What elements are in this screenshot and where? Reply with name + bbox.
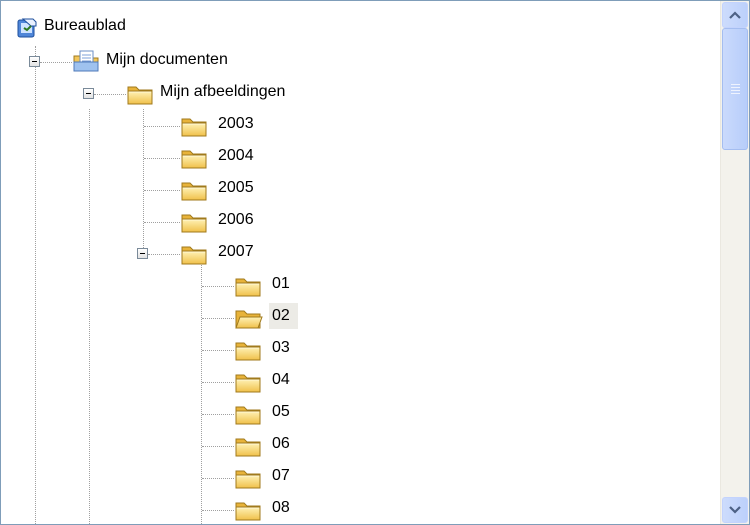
tree-node-label: Mijn afbeeldingen bbox=[160, 83, 286, 100]
desktop-icon bbox=[15, 16, 39, 40]
tree-connector bbox=[89, 109, 90, 524]
tree-connector bbox=[201, 265, 202, 524]
thumb-grip bbox=[731, 93, 740, 94]
tree-node-label: 08 bbox=[272, 499, 290, 516]
tree-connector bbox=[202, 318, 234, 319]
tree-node-label-selected: 02 bbox=[269, 303, 298, 329]
my-documents-icon bbox=[71, 49, 101, 73]
tree-node-label: 2004 bbox=[218, 147, 254, 164]
tree-connector bbox=[144, 190, 180, 191]
folder-icon bbox=[233, 338, 263, 362]
tree-connector bbox=[144, 158, 180, 159]
tree-connector bbox=[148, 254, 180, 255]
tree-node-label: 2003 bbox=[218, 115, 254, 132]
vertical-scrollbar[interactable] bbox=[720, 1, 749, 524]
folder-icon bbox=[233, 498, 263, 522]
tree-connector bbox=[202, 382, 234, 383]
tree: Bureaublad Mijn documenten Mijn afbeeldi… bbox=[1, 1, 719, 524]
thumb-grip bbox=[731, 84, 740, 85]
tree-connector bbox=[144, 222, 180, 223]
collapse-toggle-pictures[interactable] bbox=[83, 88, 94, 99]
tree-node-label: 2005 bbox=[218, 179, 254, 196]
arrow-up-icon bbox=[729, 11, 741, 19]
tree-connector bbox=[202, 414, 234, 415]
folder-icon bbox=[179, 242, 209, 266]
folder-icon bbox=[179, 146, 209, 170]
folder-icon bbox=[233, 402, 263, 426]
folder-icon bbox=[233, 370, 263, 394]
folder-icon bbox=[125, 82, 155, 106]
tree-connector bbox=[143, 109, 144, 254]
tree-node-label: Bureaublad bbox=[44, 17, 126, 34]
tree-node-label: 01 bbox=[272, 275, 290, 292]
scroll-thumb[interactable] bbox=[722, 28, 748, 150]
tree-connector bbox=[202, 286, 234, 287]
arrow-down-icon bbox=[729, 506, 741, 514]
tree-connector bbox=[35, 46, 36, 524]
folder-icon bbox=[179, 178, 209, 202]
tree-connector bbox=[144, 126, 180, 127]
tree-connector bbox=[202, 478, 234, 479]
tree-node-label: 2007 bbox=[218, 243, 254, 260]
tree-connector bbox=[202, 446, 234, 447]
folder-icon bbox=[233, 274, 263, 298]
tree-node-label: 03 bbox=[272, 339, 290, 356]
tree-node-label: 2006 bbox=[218, 211, 254, 228]
tree-node-label: 07 bbox=[272, 467, 290, 484]
scroll-down-button[interactable] bbox=[722, 497, 748, 523]
folder-icon bbox=[179, 114, 209, 138]
thumb-grip bbox=[731, 87, 740, 88]
tree-node-label: 06 bbox=[272, 435, 290, 452]
folder-tree-view: Bureaublad Mijn documenten Mijn afbeeldi… bbox=[0, 0, 750, 525]
scroll-up-button[interactable] bbox=[722, 2, 748, 28]
tree-node-label: 04 bbox=[272, 371, 290, 388]
tree-connector bbox=[40, 62, 72, 63]
tree-connector bbox=[94, 94, 126, 95]
collapse-toggle-documents[interactable] bbox=[29, 56, 40, 67]
open-folder-icon bbox=[233, 306, 263, 330]
tree-connector bbox=[202, 350, 234, 351]
collapse-toggle-2007[interactable] bbox=[137, 248, 148, 259]
folder-icon bbox=[179, 210, 209, 234]
tree-node-label: 05 bbox=[272, 403, 290, 420]
tree-node-label: Mijn documenten bbox=[106, 51, 228, 68]
folder-icon bbox=[233, 434, 263, 458]
tree-connector bbox=[202, 510, 234, 511]
folder-icon bbox=[233, 466, 263, 490]
thumb-grip bbox=[731, 90, 740, 91]
